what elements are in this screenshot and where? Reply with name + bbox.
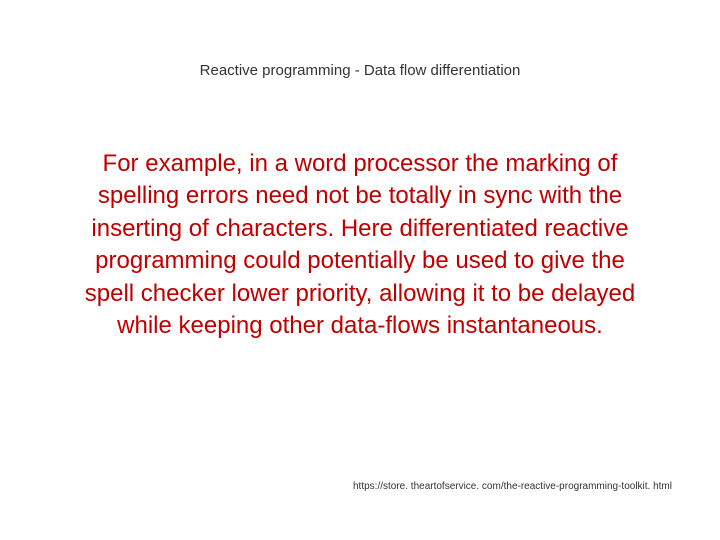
slide-body-text: For example, in a word processor the mar… (70, 148, 650, 342)
slide-title: Reactive programming - Data flow differe… (0, 62, 720, 79)
slide-footer-url: https://store. theartofservice. com/the-… (353, 481, 672, 492)
